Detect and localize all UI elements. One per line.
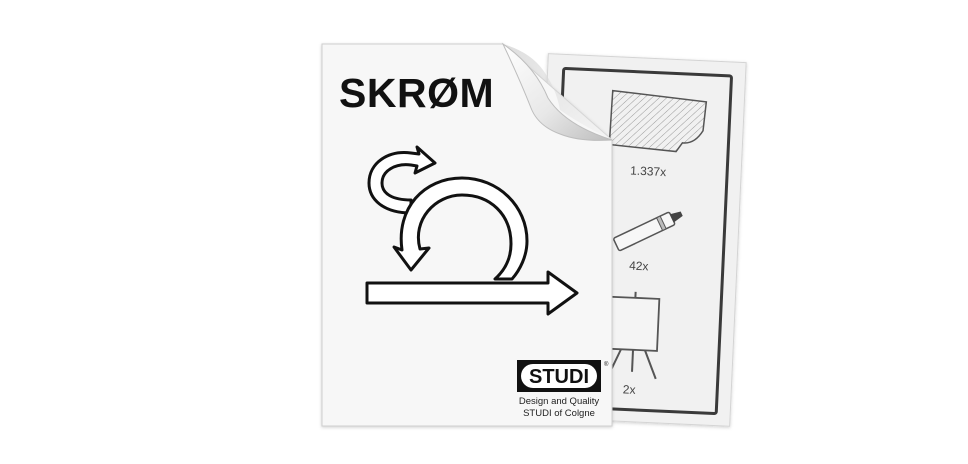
logo-tagline-line-2: STUDI of Colgne <box>523 408 595 419</box>
item-quantity-easel: 2x <box>623 382 636 397</box>
icon-stage: 1.337x 42x 2x SKRØM STUDI ® Design and Q… <box>0 0 968 464</box>
logo-wordmark: STUDI <box>529 366 589 388</box>
logo-registered-mark: ® <box>604 361 609 368</box>
item-quantity-board: 1.337x <box>630 163 667 179</box>
item-quantity-marker: 42x <box>629 259 649 274</box>
logo-tagline-line-1: Design and Quality <box>519 396 600 407</box>
front-manual-sheet: SKRØM STUDI ® Design and Quality STUDI o… <box>321 42 613 427</box>
document-icon: 1.337x 42x 2x SKRØM STUDI ® Design and Q… <box>321 42 747 427</box>
product-title: SKRØM <box>339 70 494 116</box>
